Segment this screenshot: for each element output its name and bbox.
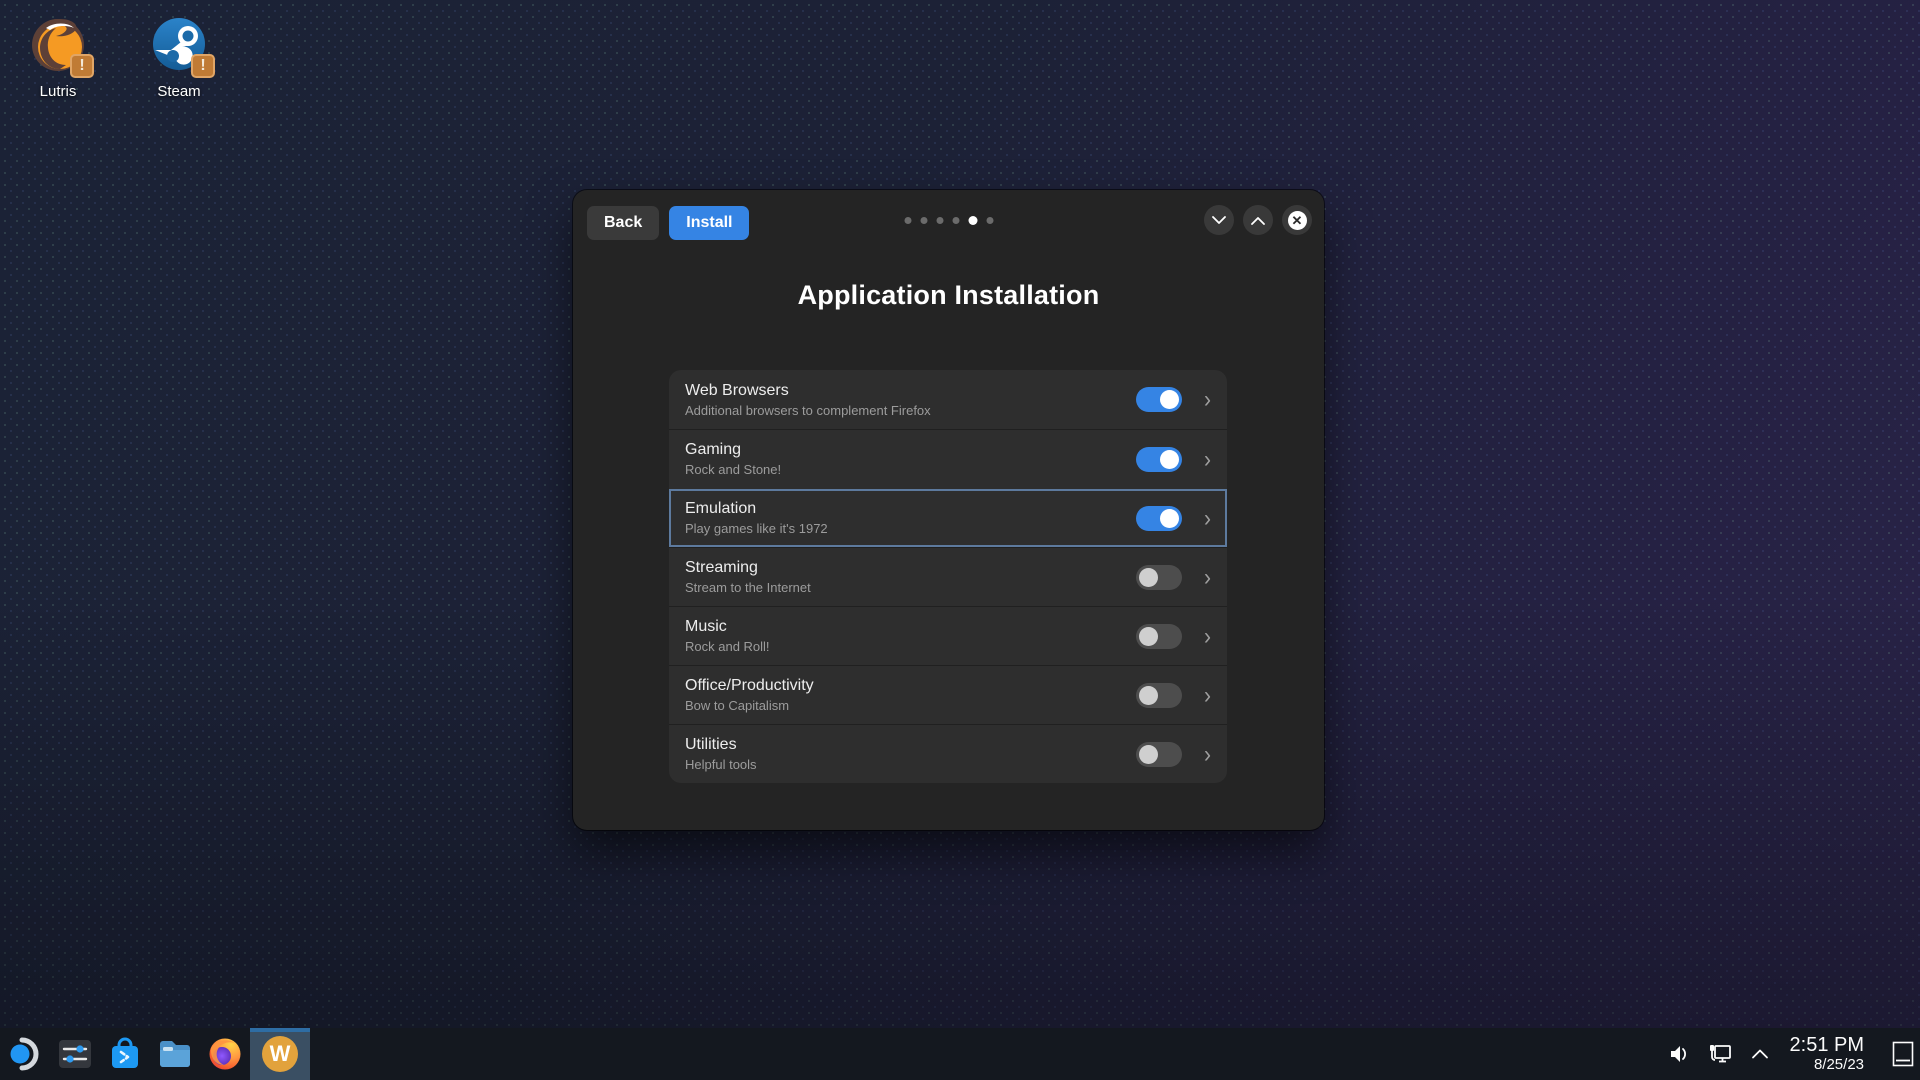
settings-sliders-icon — [59, 1040, 91, 1068]
scroll-up-button[interactable] — [1243, 205, 1273, 235]
list-item-web-browsers[interactable]: Web Browsers Additional browsers to comp… — [669, 370, 1227, 429]
toggle-knob — [1160, 449, 1179, 469]
toggle-knob — [1139, 567, 1158, 587]
list-item-utilities[interactable]: Utilities Helpful tools › — [669, 724, 1227, 783]
row-title: Streaming — [685, 559, 758, 576]
close-button[interactable]: ✕ — [1282, 205, 1312, 235]
toggle-knob — [1139, 685, 1158, 705]
toggle-switch[interactable] — [1136, 505, 1182, 531]
application-installation-window: Back Install ✕ Application Installation — [573, 190, 1324, 830]
toggle-knob — [1160, 390, 1179, 409]
row-title: Music — [685, 618, 727, 635]
page-dot[interactable] — [968, 216, 977, 225]
volume-button[interactable] — [1662, 1028, 1698, 1080]
carousel-page-dots[interactable] — [904, 216, 993, 225]
task-installer-active[interactable]: W — [250, 1028, 310, 1080]
row-subtitle: Play games like it's 1972 — [685, 521, 828, 536]
app-launcher-icon — [10, 1037, 39, 1071]
desktop-icon-steam[interactable]: ! Steam — [131, 12, 227, 100]
page-dot[interactable] — [986, 217, 993, 224]
speaker-icon — [1670, 1046, 1686, 1062]
file-manager-button[interactable] — [150, 1028, 200, 1080]
toggle-knob — [1139, 744, 1158, 764]
chevron-right-icon[interactable]: › — [1204, 742, 1211, 766]
chevron-right-icon[interactable]: › — [1204, 624, 1211, 648]
desktop-icon-label: Lutris — [39, 83, 77, 100]
list-item-emulation[interactable]: Emulation Play games like it's 1972 › — [669, 488, 1227, 547]
toggle-switch[interactable] — [1136, 446, 1182, 472]
install-button[interactable]: Install — [669, 206, 750, 240]
chevron-right-icon[interactable]: › — [1204, 683, 1211, 707]
installer-w-icon: W — [262, 1036, 298, 1072]
desktop-icon-label: Steam — [157, 83, 201, 100]
chevron-down-icon — [1212, 215, 1226, 224]
system-settings-button[interactable] — [50, 1028, 100, 1080]
monitor-cable-icon — [1709, 1045, 1731, 1063]
list-item-streaming[interactable]: Streaming Stream to the Internet › — [669, 547, 1227, 606]
page-dot[interactable] — [904, 217, 911, 224]
list-item-office-productivity[interactable]: Office/Productivity Bow to Capitalism › — [669, 665, 1227, 724]
row-title: Office/Productivity — [685, 677, 814, 694]
update-badge: ! — [70, 54, 94, 78]
row-subtitle: Additional browsers to complement Firefo… — [685, 402, 931, 418]
scroll-down-button[interactable] — [1204, 205, 1234, 235]
clock-time: 2:51 PM — [1789, 1034, 1864, 1057]
list-item-gaming[interactable]: Gaming Rock and Stone! › — [669, 429, 1227, 488]
page-title: Application Installation — [797, 280, 1100, 310]
dialog-header: Back Install ✕ — [573, 190, 1324, 256]
row-subtitle: Helpful tools — [685, 757, 757, 772]
update-badge: ! — [191, 54, 215, 78]
clock-date: 8/25/23 — [1813, 1055, 1864, 1073]
chevron-up-icon — [1751, 1049, 1768, 1059]
row-title: Web Browsers — [685, 381, 789, 399]
display-config-button[interactable] — [1702, 1028, 1738, 1080]
toggle-switch[interactable] — [1136, 564, 1182, 590]
toggle-switch[interactable] — [1136, 682, 1182, 708]
window-controls: ✕ — [1204, 205, 1312, 235]
toggle-switch[interactable] — [1136, 387, 1182, 412]
page-dot[interactable] — [920, 217, 927, 224]
taskbar: W 2:51 PM 8/25/23 — [0, 1028, 1920, 1080]
app-launcher-button[interactable] — [0, 1028, 50, 1080]
toggle-knob — [1160, 508, 1179, 528]
page-dot[interactable] — [952, 217, 959, 224]
row-subtitle: Bow to Capitalism — [685, 698, 790, 713]
discover-store-button[interactable] — [100, 1028, 150, 1080]
toggle-switch[interactable] — [1136, 623, 1182, 649]
firefox-button[interactable] — [200, 1028, 250, 1080]
row-subtitle: Rock and Roll! — [685, 639, 770, 654]
tray-expander-button[interactable] — [1742, 1028, 1778, 1080]
row-title: Gaming — [685, 441, 742, 458]
list-item-music[interactable]: Music Rock and Roll! › — [669, 606, 1227, 665]
close-icon: ✕ — [1287, 210, 1307, 230]
desktop-icon-lutris[interactable]: ! Lutris — [10, 12, 106, 100]
toggle-switch[interactable] — [1136, 741, 1182, 767]
clock-widget[interactable]: 2:51 PM 8/25/23 — [1782, 1035, 1874, 1073]
firefox-icon — [209, 1038, 241, 1070]
toggle-knob — [1139, 626, 1158, 646]
folder-icon — [160, 1041, 190, 1067]
back-button[interactable]: Back — [587, 206, 660, 240]
row-title: Utilities — [685, 736, 737, 753]
row-subtitle: Rock and Stone! — [685, 462, 782, 477]
chevron-right-icon[interactable]: › — [1204, 565, 1211, 589]
category-list: Web Browsers Additional browsers to comp… — [669, 370, 1227, 783]
show-desktop-button[interactable] — [1886, 1028, 1920, 1080]
row-title: Emulation — [685, 500, 757, 517]
chevron-right-icon[interactable]: › — [1204, 447, 1211, 471]
show-desktop-icon — [1892, 1041, 1914, 1067]
chevron-up-icon — [1251, 216, 1265, 225]
chevron-right-icon[interactable]: › — [1204, 387, 1211, 411]
discover-bag-icon — [112, 1037, 138, 1068]
page-dot[interactable] — [936, 217, 943, 224]
row-subtitle: Stream to the Internet — [685, 580, 811, 595]
chevron-right-icon[interactable]: › — [1204, 506, 1211, 530]
